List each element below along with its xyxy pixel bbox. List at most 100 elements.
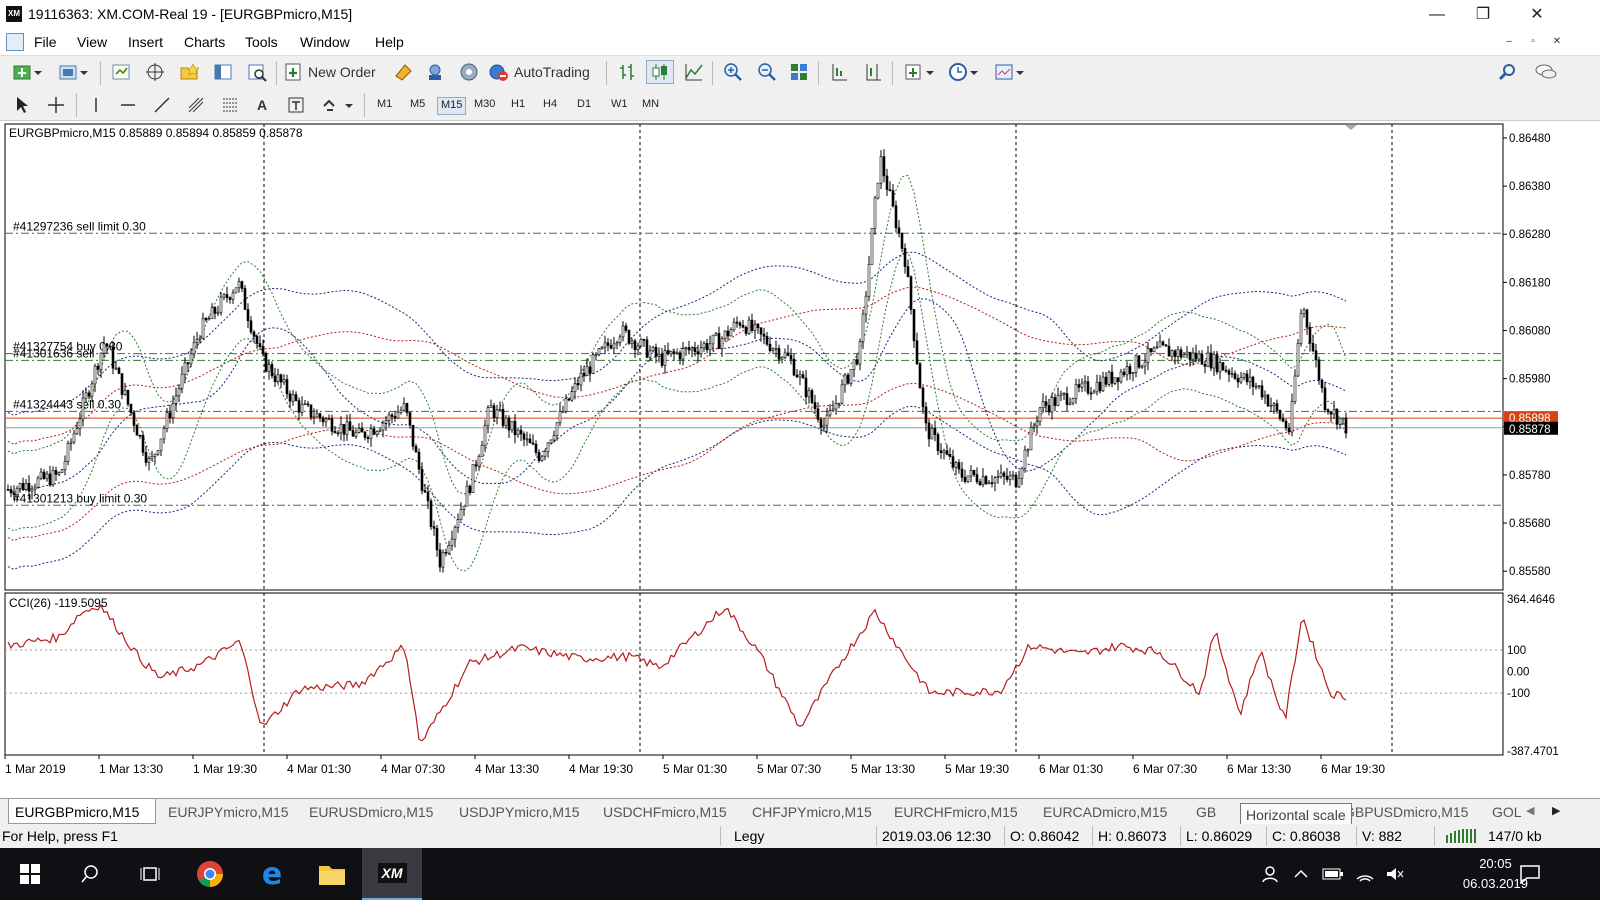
tab-usdjpy[interactable]: USDJPYmicro,M15	[453, 802, 586, 824]
autotrading-button[interactable]: AutoTrading	[488, 60, 600, 84]
tab-eurusd[interactable]: EURUSDmicro,M15	[303, 802, 439, 824]
candle-body	[777, 348, 781, 360]
chevron-up-icon[interactable]	[1286, 848, 1316, 900]
mdi-restore-button[interactable]: ▫	[1524, 34, 1542, 50]
bar-chart-icon[interactable]	[614, 60, 642, 84]
windows-start-icon[interactable]	[0, 848, 60, 900]
tab-eurcad[interactable]: EURCADmicro,M15	[1037, 802, 1173, 824]
menu-help[interactable]: Help	[375, 34, 404, 50]
menu-window[interactable]: Window	[300, 34, 350, 50]
search-icon[interactable]	[1494, 60, 1520, 84]
menu-view[interactable]: View	[77, 34, 107, 50]
tab-eurgbp[interactable]: EURGBPmicro,M15	[8, 799, 156, 824]
chat-icon[interactable]	[1532, 60, 1560, 84]
menu-tools[interactable]: Tools	[245, 34, 278, 50]
candle-body	[1182, 354, 1186, 358]
candle-body	[21, 483, 25, 490]
tile-windows-icon[interactable]	[786, 60, 812, 84]
vertical-line-icon[interactable]	[84, 93, 108, 117]
timeframe-mn[interactable]: MN	[639, 97, 662, 115]
timeframe-m15[interactable]: M15	[437, 97, 467, 115]
candle-body	[687, 347, 691, 351]
chart-window[interactable]: #41297236 sell limit 0.30 #41327754 buy 0…	[0, 122, 1600, 798]
timeframe-h4[interactable]: H4	[540, 97, 560, 115]
market-watch-icon[interactable]	[108, 60, 134, 84]
xm-terminal-taskbar-icon[interactable]: XM	[362, 848, 422, 900]
indicators-button[interactable]	[900, 60, 938, 84]
tab-gbpusd[interactable]: GBPUSDmicro,M15	[1338, 802, 1474, 824]
menu-file[interactable]: File	[34, 34, 57, 50]
terminal-icon[interactable]	[210, 60, 236, 84]
volume-muted-icon[interactable]	[1380, 848, 1410, 900]
candle-body	[1284, 420, 1288, 429]
search-taskbar-icon[interactable]	[60, 848, 120, 900]
text-icon[interactable]: A	[250, 93, 274, 117]
auto-scroll-icon[interactable]	[826, 60, 852, 84]
tab-scroll-left-icon[interactable]: ◀	[1526, 804, 1534, 817]
chart-window-icon[interactable]	[6, 33, 24, 51]
candle-body	[357, 428, 361, 433]
horizontal-line-icon[interactable]	[116, 93, 140, 117]
zoom-out-icon[interactable]	[754, 60, 780, 84]
mdi-minimize-button[interactable]: –	[1500, 34, 1518, 50]
tab-usdchf[interactable]: USDCHFmicro,M15	[597, 802, 733, 824]
zoom-in-icon[interactable]	[720, 60, 746, 84]
market-icon[interactable]	[456, 60, 482, 84]
data-window-icon[interactable]	[142, 60, 168, 84]
file-explorer-icon[interactable]	[302, 848, 362, 900]
fibonacci-icon[interactable]	[218, 93, 242, 117]
tab-eurchf[interactable]: EURCHFmicro,M15	[888, 802, 1024, 824]
candle-body	[213, 307, 217, 314]
edge-icon[interactable]: e	[242, 848, 302, 900]
tab-chfjpy[interactable]: CHFJPYmicro,M15	[746, 802, 878, 824]
timeframe-m5[interactable]: M5	[407, 97, 428, 115]
tab-eurjpy[interactable]: EURJPYmicro,M15	[162, 802, 295, 824]
timeframe-h1[interactable]: H1	[508, 97, 528, 115]
menu-charts[interactable]: Charts	[184, 34, 225, 50]
tab-gol[interactable]: GOL	[1486, 802, 1528, 824]
equidistant-channel-icon[interactable]	[184, 93, 208, 117]
candle-body	[813, 402, 817, 410]
wifi-icon[interactable]	[1350, 848, 1380, 900]
line-chart-icon[interactable]	[680, 60, 708, 84]
candle-body	[471, 464, 475, 493]
close-button[interactable]: ✕	[1514, 0, 1560, 30]
navigator-icon[interactable]	[176, 60, 202, 84]
crosshair-icon[interactable]	[44, 93, 68, 117]
candlesticks-icon[interactable]	[646, 60, 674, 84]
tab-scroll-right-icon[interactable]: ▶	[1552, 804, 1560, 817]
chrome-icon[interactable]	[180, 848, 240, 900]
candle-body	[591, 354, 595, 374]
periods-button[interactable]	[944, 60, 982, 84]
timeframe-m30[interactable]: M30	[471, 97, 498, 115]
minimize-button[interactable]: —	[1414, 0, 1460, 30]
price-chart[interactable]: #41297236 sell limit 0.30#41327754 buy 0…	[0, 122, 1600, 798]
restore-button[interactable]: ❐	[1460, 0, 1506, 30]
candle-body	[345, 421, 349, 435]
candle-body	[1089, 392, 1093, 395]
trendline-icon[interactable]	[150, 93, 174, 117]
tab-gb[interactable]: GB	[1190, 802, 1222, 824]
profiles-button[interactable]	[54, 60, 92, 84]
templates-button[interactable]	[990, 60, 1028, 84]
chart-shift-icon[interactable]	[860, 60, 886, 84]
battery-icon[interactable]	[1318, 848, 1348, 900]
task-view-icon[interactable]	[120, 848, 180, 900]
new-order-button[interactable]: New Order	[284, 60, 384, 84]
candle-body	[1257, 385, 1261, 388]
candle-body	[165, 412, 169, 429]
cursor-icon[interactable]	[10, 93, 34, 117]
menu-insert[interactable]: Insert	[128, 34, 163, 50]
timeframe-w1[interactable]: W1	[608, 97, 631, 115]
timeframe-d1[interactable]: D1	[574, 97, 594, 115]
text-label-icon[interactable]	[284, 93, 308, 117]
metaeditor-icon[interactable]	[390, 60, 416, 84]
candle-body	[726, 330, 730, 337]
arrows-button[interactable]	[318, 93, 356, 117]
strategy-tester-icon[interactable]	[244, 60, 270, 84]
timeframe-m1[interactable]: M1	[374, 97, 395, 115]
notifications-icon[interactable]	[1500, 848, 1560, 900]
mdi-close-button[interactable]: ✕	[1548, 34, 1566, 50]
new-chart-button[interactable]	[8, 60, 46, 84]
signals-icon[interactable]	[422, 60, 448, 84]
